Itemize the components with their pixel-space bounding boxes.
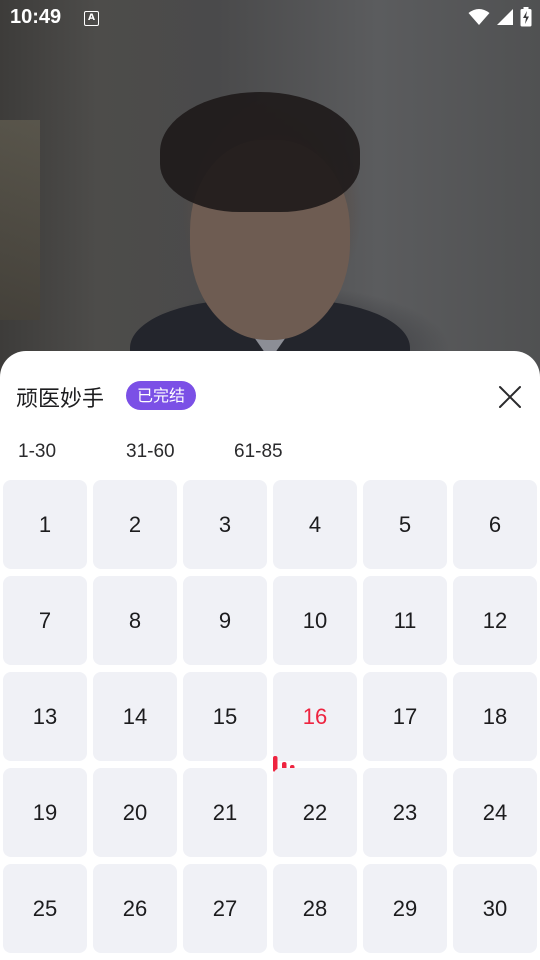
episode-number: 13 [32,703,58,729]
episode-tile[interactable]: 8 [93,576,177,665]
episode-tile[interactable]: 12 [453,576,537,665]
episode-tile[interactable]: 18 [453,672,537,761]
episode-number: 2 [128,511,142,537]
notification-a-icon: A [84,11,99,26]
episode-tile[interactable]: 29 [363,864,447,953]
episode-number: 3 [218,511,232,537]
episode-tile[interactable]: 23 [363,768,447,857]
episode-number: 21 [212,799,238,825]
episode-tile[interactable]: 25 [3,864,87,953]
episode-number: 29 [392,895,418,921]
episode-range-tabs: 1-30 31-60 61-85 [0,441,540,467]
episode-number: 10 [302,607,328,633]
episode-number: 19 [32,799,58,825]
range-tab-31-60[interactable]: 31-60 [126,441,175,463]
episode-tile[interactable]: 4 [273,480,357,569]
episode-tile[interactable]: 19 [3,768,87,857]
status-time: 10:49 [10,6,62,28]
range-tab-61-85[interactable]: 61-85 [234,441,283,463]
episode-tile[interactable]: 3 [183,480,267,569]
episode-number: 6 [488,511,502,537]
cell-signal-icon [497,9,513,25]
episode-tile[interactable]: 1 [3,480,87,569]
episode-tile[interactable]: 10 [273,576,357,665]
screen: 10:49 A 顽医妙手 已完结 1-30 31-60 61-85 1 2 3 … [0,0,540,960]
close-icon [499,386,521,408]
episode-tile[interactable]: 14 [93,672,177,761]
episode-tile[interactable]: 20 [93,768,177,857]
episode-tile[interactable]: 28 [273,864,357,953]
battery-charging-icon [520,7,532,27]
video-left-object [0,120,40,320]
episode-tile[interactable]: 22 [273,768,357,857]
episode-tile[interactable]: 11 [363,576,447,665]
episode-number: 4 [308,511,322,537]
episode-number: 14 [122,703,148,729]
episode-number: 9 [218,607,232,633]
episode-sheet: 顽医妙手 已完结 1-30 31-60 61-85 1 2 3 4 5 6 7 8 9 10 11 1… [0,351,540,960]
episode-tile[interactable]: 17 [363,672,447,761]
episode-number: 28 [302,895,328,921]
episode-number: 1 [38,511,52,537]
episode-number: 11 [393,607,417,633]
episode-number: 7 [38,607,52,633]
episode-tile[interactable]: 6 [453,480,537,569]
episode-tile[interactable]: 9 [183,576,267,665]
episode-number: 25 [32,895,58,921]
status-icons [468,6,532,28]
episode-number: 16 [302,703,328,729]
episode-tile[interactable]: 27 [183,864,267,953]
episode-number: 27 [212,895,238,921]
status-bar: 10:49 A [0,0,540,36]
episode-number: 22 [302,799,328,825]
video-player-background[interactable] [0,0,540,420]
episode-number: 8 [128,607,142,633]
episode-tile[interactable]: 7 [3,576,87,665]
episode-number: 12 [482,607,508,633]
episode-number: 18 [482,703,508,729]
episode-number: 20 [122,799,148,825]
episode-tile[interactable]: 30 [453,864,537,953]
episode-number: 15 [212,703,238,729]
range-tab-1-30[interactable]: 1-30 [18,441,56,463]
completed-badge: 已完结 [126,381,197,410]
episode-tile[interactable]: 5 [363,480,447,569]
episode-number: 23 [392,799,418,825]
episode-number: 30 [482,895,508,921]
episode-tile[interactable]: 21 [183,768,267,857]
video-figure-hair [160,92,360,212]
drama-title: 顽医妙手 [16,387,105,412]
episode-tile[interactable]: 24 [453,768,537,857]
episode-number: 5 [398,511,412,537]
episode-tile[interactable]: 15 [183,672,267,761]
episode-tile[interactable]: 26 [93,864,177,953]
episode-tile[interactable]: 13 [3,672,87,761]
episode-tile[interactable]: 16 [273,672,357,772]
episode-number: 24 [482,799,508,825]
episode-number: 17 [392,703,418,729]
close-button[interactable] [494,381,526,413]
episode-tile[interactable]: 2 [93,480,177,569]
wifi-icon [468,9,490,25]
episode-number: 26 [122,895,148,921]
